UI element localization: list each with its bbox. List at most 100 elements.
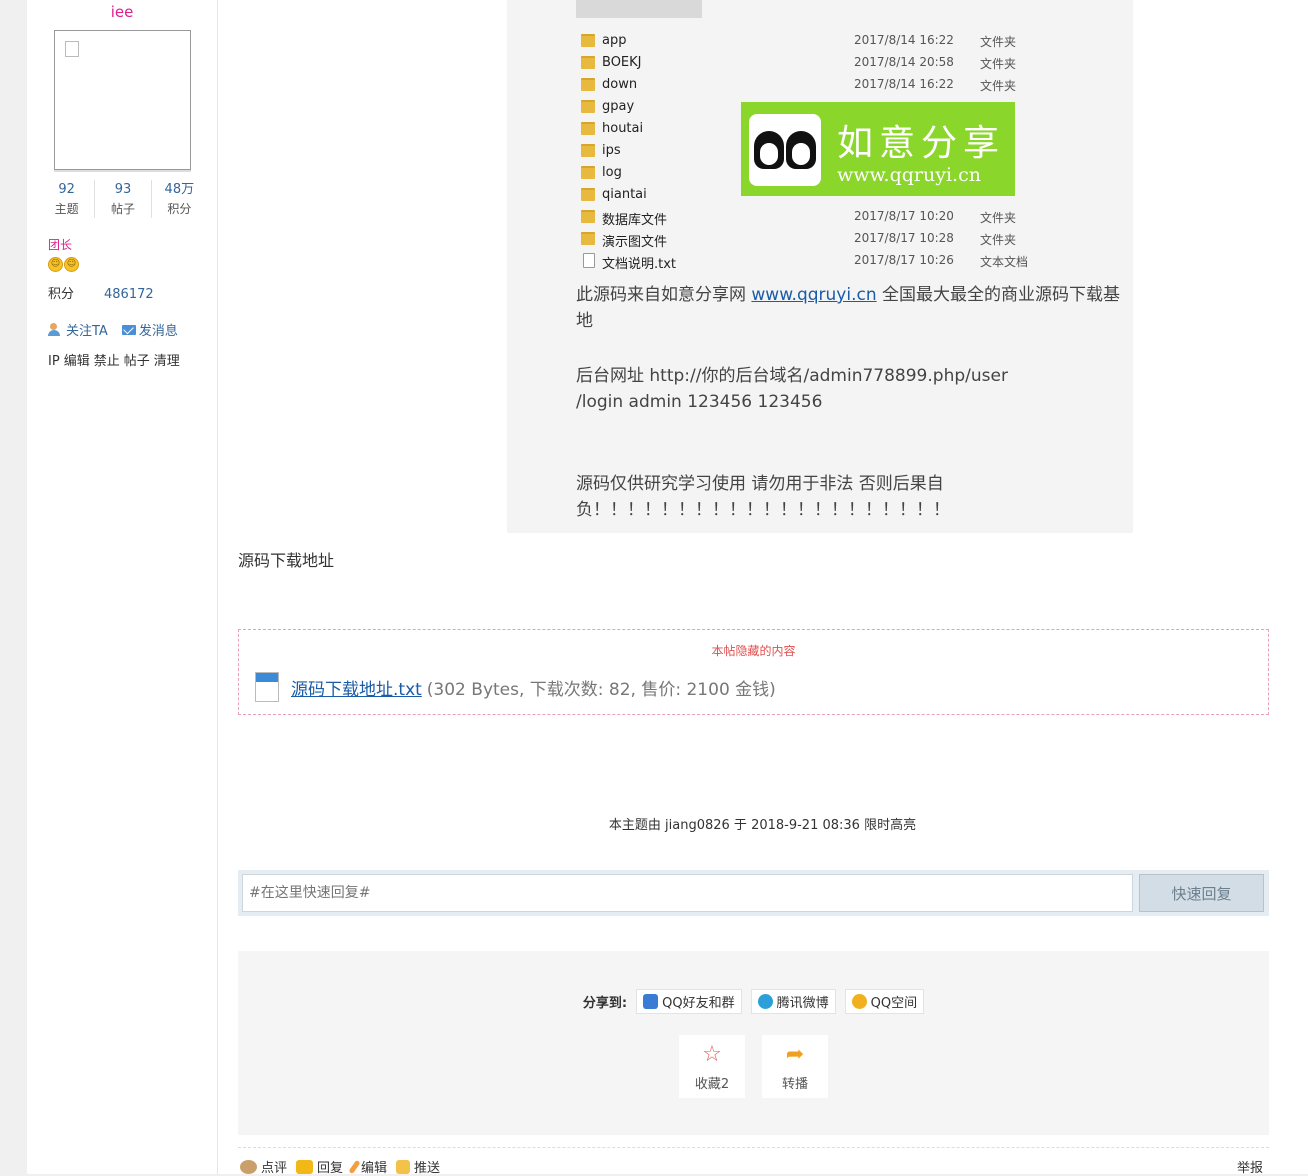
file-name: qiantai — [602, 187, 647, 202]
file-row: 文档说明.txt 2017/8/17 10:26 文本文档 — [577, 250, 1133, 272]
stat-posts[interactable]: 93 帖子 — [94, 180, 150, 218]
file-row: down 2017/8/14 16:22 文件夹 — [577, 74, 1133, 96]
file-type: 文本文档 — [980, 255, 1029, 269]
watermark-url: www.qqruyi.cn — [837, 164, 981, 186]
file-name: 数据库文件 — [602, 213, 668, 228]
folder-icon — [581, 100, 595, 113]
mail-icon — [121, 324, 136, 335]
share-weibo-button[interactable]: 腾讯微博 — [750, 989, 836, 1014]
source-line: 此源码来自如意分享网 www.qqruyi.cn 全国最大最全的商业源码下载基地 — [576, 282, 1133, 334]
file-row: app 2017/8/14 16:22 文件夹 — [577, 30, 1133, 52]
file-name: gpay — [602, 99, 635, 114]
reply-button[interactable]: 回复 — [296, 1157, 343, 1176]
score-label: 积分 — [48, 287, 75, 302]
speech-bubble-icon — [296, 1159, 314, 1174]
edit-button[interactable]: 编辑 — [348, 1157, 387, 1176]
file-date: 2017/8/14 16:22 — [854, 77, 954, 91]
file-name: ips — [602, 143, 621, 158]
admin-login-line: /login admin 123456 123456 — [576, 392, 823, 412]
share-label: 分享到: — [582, 996, 628, 1011]
folder-icon — [581, 210, 595, 223]
file-name: houtai — [602, 121, 644, 136]
rank-stars: ☺ ☺ — [48, 257, 79, 272]
message-button[interactable]: 发消息 — [121, 320, 178, 339]
file-name: 演示图文件 — [602, 235, 668, 250]
admin-ban-link[interactable]: 禁止 — [94, 354, 120, 369]
admin-links: IP 编辑 禁止 帖子 清理 — [48, 350, 184, 369]
share-qq-button[interactable]: QQ好友和群 — [636, 989, 742, 1014]
share-target-label: 腾讯微博 — [776, 996, 829, 1011]
admin-posts-link[interactable]: 帖子 — [124, 354, 150, 369]
folder-icon — [581, 188, 595, 201]
author-sidebar: iee 92 主题 93 帖子 48万 积分 团长 ☺ ☺ 积分 486172 关… — [27, 0, 218, 1174]
reply-label: 回复 — [317, 1161, 344, 1176]
forward-arrow-icon: ➦ — [785, 1042, 805, 1067]
highlight-note: 本主题由 jiang0826 于 2018-9-21 08:36 限时高亮 — [608, 818, 917, 833]
watermark-logo: 如意分享 www.qqruyi.cn — [741, 102, 1015, 196]
attachment-link[interactable]: 源码下载地址.txt — [291, 675, 422, 700]
file-row: 数据库文件 2017/8/17 10:20 文件夹 — [577, 206, 1133, 228]
file-row: 演示图文件 2017/8/17 10:28 文件夹 — [577, 228, 1133, 250]
stat-number: 48万 — [164, 182, 195, 197]
author-actions: 关注TA 发消息 — [48, 320, 178, 339]
watermark-title: 如意分享 — [837, 123, 1006, 164]
screenshot-toolbar — [576, 0, 702, 18]
score-row: 积分 486172 — [48, 283, 154, 302]
author-name[interactable]: iee — [27, 3, 217, 21]
folder-icon — [581, 122, 595, 135]
stat-topics[interactable]: 92 主题 — [39, 180, 94, 218]
stat-number: 92 — [58, 182, 75, 197]
report-link[interactable]: 举报 — [1237, 1157, 1263, 1176]
file-type: 文件夹 — [980, 57, 1017, 71]
forward-button[interactable]: ➦ 转播 — [762, 1035, 828, 1098]
folder-icon — [581, 34, 595, 47]
post-actions: 点评 回复 编辑 推送 — [240, 1157, 440, 1176]
source-prefix: 此源码来自如意分享网 — [576, 285, 752, 305]
qzone-icon — [851, 994, 867, 1009]
embedded-screenshot[interactable]: app 2017/8/14 16:22 文件夹 BOEKJ 2017/8/14 20:… — [507, 0, 1133, 533]
quick-reply-input[interactable] — [242, 874, 1133, 912]
share-target-label: QQ空间 — [870, 996, 918, 1011]
stat-label: 主题 — [54, 202, 79, 216]
favorite-forward-row: ☆ 收藏2 ➦ 转播 — [238, 1035, 1269, 1098]
favorite-text: 收藏 — [694, 1077, 721, 1092]
stat-label: 帖子 — [110, 202, 135, 216]
stat-points[interactable]: 48万 积分 — [150, 180, 207, 218]
admin-clean-link[interactable]: 清理 — [154, 354, 180, 369]
folder-icon — [581, 144, 595, 157]
qq-icon — [643, 994, 659, 1009]
post-actions-bar: 点评 回复 编辑 推送 举报 — [238, 1147, 1269, 1176]
file-type: 文件夹 — [980, 35, 1017, 49]
post-content: app 2017/8/14 16:22 文件夹 BOEKJ 2017/8/14 20:… — [217, 0, 1308, 1176]
avatar[interactable] — [54, 30, 191, 170]
file-name: 文档说明.txt — [602, 257, 677, 272]
forward-label: 转播 — [781, 1077, 808, 1092]
file-type: 文件夹 — [980, 79, 1017, 93]
file-name: down — [602, 77, 638, 92]
comment-button[interactable]: 点评 — [240, 1157, 287, 1176]
file-name: BOEKJ — [602, 55, 642, 70]
push-button[interactable]: 推送 — [396, 1157, 440, 1176]
score-value: 486172 — [104, 287, 154, 302]
stat-number: 93 — [114, 182, 132, 197]
share-qzone-button[interactable]: QQ空间 — [844, 989, 925, 1014]
source-link[interactable]: www.qqruyi.cn — [751, 285, 876, 305]
quick-reply-button[interactable]: 快速回复 — [1139, 874, 1264, 912]
sun-icon: ☺ — [48, 257, 63, 272]
disclaimer-line-2: 负！！！！！！！！！！！！！！！！！！！！！ — [576, 500, 950, 520]
follow-button[interactable]: 关注TA — [48, 320, 108, 339]
admin-ip-link[interactable]: IP — [48, 354, 60, 369]
comment-label: 点评 — [261, 1161, 288, 1176]
tencent-weibo-icon — [757, 994, 773, 1009]
favorite-button[interactable]: ☆ 收藏2 — [679, 1035, 745, 1098]
favorite-count: 2 — [720, 1077, 730, 1092]
admin-edit-link[interactable]: 编辑 — [64, 354, 90, 369]
attachment-meta: (302 Bytes, 下载次数: 82, 售价: 2100 金钱) — [426, 679, 776, 700]
attachment: 源码下载地址.txt (302 Bytes, 下载次数: 82, 售价: 210… — [255, 672, 776, 702]
push-label: 推送 — [414, 1161, 441, 1176]
file-row: BOEKJ 2017/8/14 20:58 文件夹 — [577, 52, 1133, 74]
file-date: 2017/8/17 10:26 — [854, 253, 954, 267]
user-rank[interactable]: 团长 — [48, 236, 72, 253]
file-type: 文件夹 — [980, 211, 1017, 225]
penguin-logo-icon — [749, 114, 821, 186]
